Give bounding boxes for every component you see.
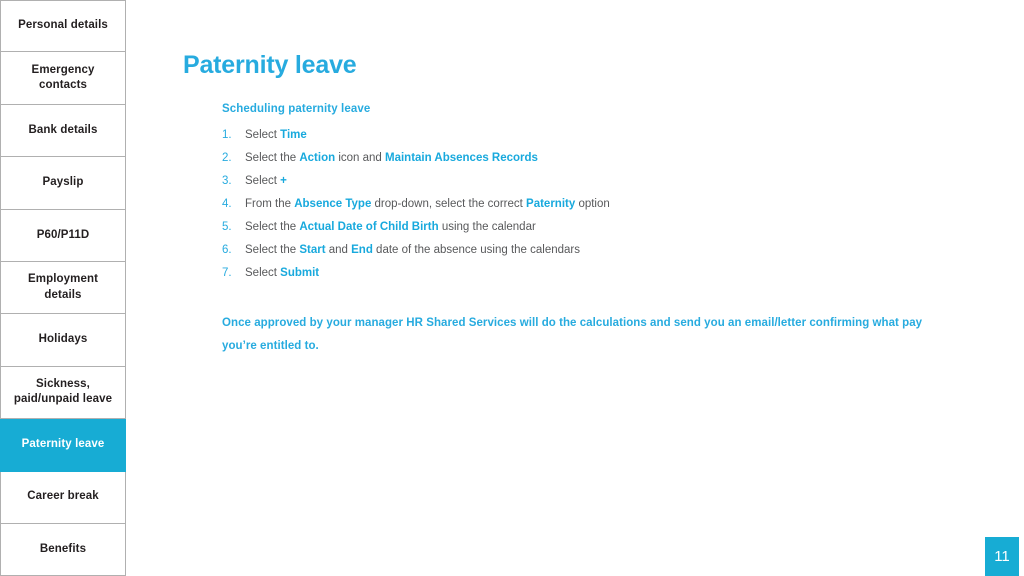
step-item: 1. Select Time	[222, 124, 1022, 147]
sidebar-item-holidays[interactable]: Holidays	[0, 314, 126, 367]
step-text: and	[325, 244, 352, 256]
sidebar-item-employment-details[interactable]: Employment details	[0, 261, 126, 315]
steps-list: 1. Select Time 2. Select the Action icon an…	[222, 124, 1022, 285]
step-term-highlight: Absence Type	[294, 198, 372, 210]
section-subheading: Scheduling paternity leave	[222, 103, 371, 115]
sidebar-item-label: Bank details	[28, 123, 98, 136]
page-number-badge: 11	[985, 537, 1019, 576]
sidebar-item-payslip[interactable]: Payslip	[0, 157, 126, 210]
sidebar-item-benefits[interactable]: Benefits	[0, 523, 126, 576]
step-item: 3. Select +	[222, 170, 1022, 193]
step-text: Select	[245, 175, 281, 187]
step-text: using the calendar	[438, 221, 536, 233]
step-text: date of the absence using the calendars	[372, 244, 581, 256]
step-term-highlight: Action	[299, 152, 336, 164]
step-number: 6.	[222, 244, 232, 256]
step-term-highlight: Actual Date of Child Birth	[299, 221, 439, 233]
step-term-highlight: Start	[299, 244, 326, 256]
sidebar-item-personal-details[interactable]: Personal details	[0, 0, 126, 53]
step-term-highlight: Submit	[280, 267, 320, 279]
sidebar-item-sickness-paid-unpaid-leave[interactable]: Sickness, paid/unpaid leave	[0, 366, 126, 420]
page-title: Paternity leave	[183, 50, 357, 79]
step-text: Select	[245, 267, 281, 279]
sidebar-navigation: Personal details Emergency contacts Bank d…	[0, 0, 126, 576]
main-content: Paternity leave Scheduling paternity lea…	[126, 0, 1024, 576]
sidebar-item-label: Career break	[27, 490, 99, 503]
sidebar-item-label: Benefits	[39, 542, 87, 555]
sidebar-item-label: Holidays	[38, 333, 88, 346]
step-item: 5. Select the Actual Date of Child Birth …	[222, 216, 1022, 239]
step-term-highlight: Time	[280, 129, 307, 141]
closing-note: Once approved by your manager HR Shared …	[222, 317, 923, 352]
step-term-highlight: End	[351, 244, 373, 256]
step-item: 4. From the Absence Type drop-down, selec…	[222, 193, 1022, 216]
step-text: icon and	[335, 152, 385, 164]
sidebar-item-label: Sickness, paid/unpaid leave	[13, 377, 113, 406]
sidebar-item-p60-p11d[interactable]: P60/P11D	[0, 209, 126, 262]
content-block: Scheduling paternity leave 1. Select Time…	[222, 103, 1022, 370]
sidebar-item-label: Payslip	[42, 176, 84, 189]
step-text: Select the	[245, 152, 300, 164]
sidebar-item-career-break[interactable]: Career break	[0, 471, 126, 524]
step-item: 2. Select the Action icon and Maintain Ab…	[222, 147, 1022, 170]
step-number: 3.	[222, 175, 232, 187]
step-item: 6. Select the Start and End date of the a…	[222, 239, 1022, 262]
step-text: Select the	[245, 244, 300, 256]
sidebar-item-label: Personal details	[18, 19, 108, 32]
step-text: Select	[245, 129, 281, 141]
step-number: 4.	[222, 198, 232, 210]
step-text: drop-down, select the correct	[371, 198, 527, 210]
sidebar-item-label: Emergency contacts	[31, 63, 95, 92]
step-number: 2.	[222, 152, 232, 164]
sidebar-item-label: Paternity leave	[21, 438, 105, 451]
sidebar-item-paternity-leave[interactable]: Paternity leave	[0, 419, 126, 472]
step-term-highlight: +	[280, 175, 287, 187]
sidebar-item-label: Employment details	[27, 273, 98, 301]
step-number: 7.	[222, 267, 232, 279]
step-item: 7. Select Submit	[222, 262, 1022, 285]
step-text: Select the	[245, 221, 300, 233]
step-term-highlight: Paternity	[526, 198, 576, 210]
step-term-highlight: Maintain Absences Records	[385, 152, 538, 164]
sidebar-item-bank-details[interactable]: Bank details	[0, 104, 126, 158]
step-number: 5.	[222, 221, 232, 233]
step-text: option	[575, 198, 610, 210]
step-number: 1.	[222, 129, 232, 141]
sidebar-item-label: P60/P11D	[36, 228, 90, 241]
step-text: From the	[245, 198, 295, 210]
sidebar-item-emergency-contacts[interactable]: Emergency contacts	[0, 52, 126, 105]
